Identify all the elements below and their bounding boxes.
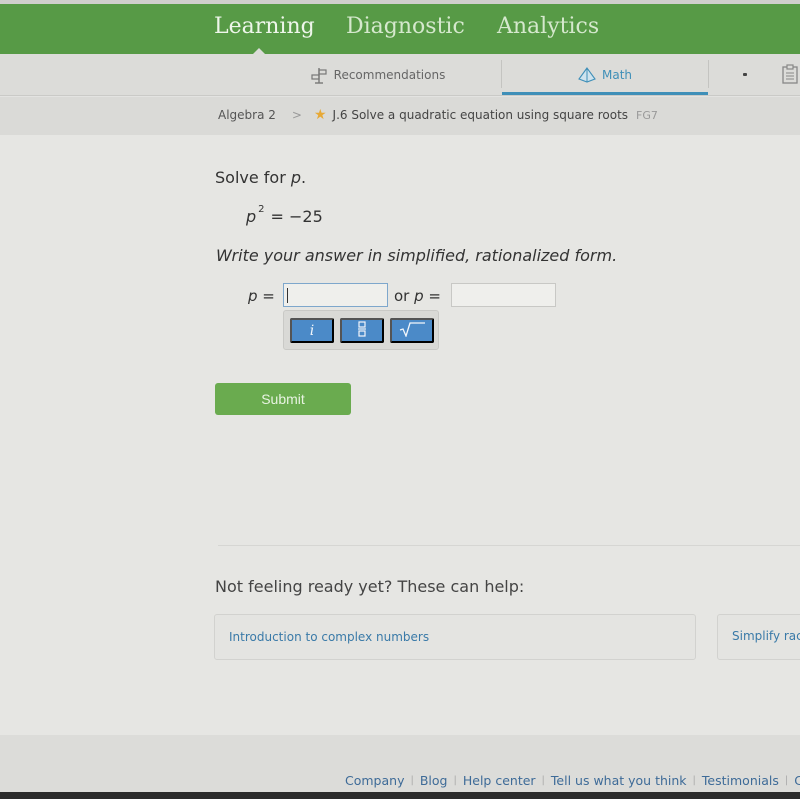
square-root-button[interactable] — [390, 318, 434, 343]
footer-separator: | — [541, 775, 545, 786]
help-card-label: Simplify rac — [732, 629, 800, 643]
footer-separator: | — [692, 775, 696, 786]
footer: Company | Blog | Help center | Tell us what… — [0, 735, 800, 792]
prompt-text: Solve for — [215, 168, 291, 187]
answer1-variable: p — [248, 287, 258, 305]
equation-rhs: = −25 — [270, 207, 323, 226]
tab-math-label: Math — [601, 68, 633, 82]
answer2-label: or p = — [394, 287, 441, 305]
answer1-equals: = — [257, 287, 275, 305]
footer-link-company[interactable]: Company — [345, 773, 404, 788]
prompt-period: . — [301, 168, 307, 187]
breadcrumb-separator: > — [291, 108, 302, 122]
help-card-simplify-radicals[interactable]: Simplify rac — [717, 614, 800, 660]
square-root-icon — [398, 321, 426, 340]
fraction-icon — [357, 321, 367, 340]
nav-analytics[interactable]: Analytics — [497, 14, 599, 39]
screen-bezel — [0, 792, 800, 799]
breadcrumb: Algebra 2 > ★ J.6 Solve a quadratic equa… — [218, 108, 658, 122]
nav-diagnostic[interactable]: Diagnostic — [346, 14, 465, 39]
imaginary-unit-label: i — [309, 322, 315, 339]
breadcrumb-parent[interactable]: Algebra 2 — [218, 108, 276, 122]
signpost-icon — [310, 66, 328, 84]
help-card-label: Introduction to complex numbers — [229, 630, 430, 644]
tab-math[interactable]: Math — [502, 54, 708, 96]
footer-separator: | — [453, 775, 457, 786]
math-keypad: i — [283, 310, 439, 350]
help-card-complex-numbers[interactable]: Introduction to complex numbers — [214, 614, 696, 660]
question-prompt: Solve for p. — [215, 168, 306, 187]
section-divider — [218, 545, 800, 546]
equation-exponent: 2 — [258, 203, 265, 215]
answer2-variable: p — [414, 287, 424, 305]
subject-tabs: Recommendations Math — [0, 54, 800, 96]
footer-link-help-center[interactable]: Help center — [463, 773, 536, 788]
answer2-input[interactable] — [451, 283, 556, 307]
clipboard-icon[interactable] — [781, 64, 799, 88]
answer1-input[interactable] — [283, 283, 388, 307]
equation-variable: p — [246, 207, 257, 226]
footer-separator: | — [784, 775, 789, 786]
breadcrumb-skill: J.6 Solve a quadratic equation using squ… — [332, 108, 629, 122]
text-cursor — [287, 288, 288, 303]
footer-link-feedback[interactable]: Tell us what you think — [551, 773, 687, 788]
footer-link-testimonials[interactable]: Testimonials — [702, 773, 779, 788]
equation: p 2 = −25 — [246, 203, 323, 226]
footer-links: Company | Blog | Help center | Tell us what… — [345, 773, 800, 788]
tab-recommendations[interactable]: Recommendations — [255, 54, 500, 96]
top-navigation: Learning Diagnostic Analytics — [0, 4, 800, 54]
tab-recommendations-label: Recommendations — [333, 68, 446, 82]
nav-learning[interactable]: Learning — [214, 14, 315, 39]
fraction-button[interactable] — [340, 318, 384, 343]
answer2-equals: = — [423, 287, 441, 305]
tab-divider — [708, 60, 709, 88]
footer-link-blog[interactable]: Blog — [420, 773, 448, 788]
more-indicator — [743, 73, 747, 76]
pyramid-icon — [578, 67, 596, 83]
help-title: Not feeling ready yet? These can help: — [215, 577, 525, 596]
answer1-label: p = — [248, 287, 275, 305]
instruction-text: Write your answer in simplified, rationa… — [216, 246, 618, 265]
breadcrumb-bar: Algebra 2 > ★ J.6 Solve a quadratic equa… — [0, 97, 800, 135]
star-icon: ★ — [313, 107, 327, 123]
answer2-or: or — [394, 287, 415, 305]
skill-code: FG7 — [636, 108, 658, 122]
prompt-variable: p — [290, 168, 302, 187]
imaginary-unit-button[interactable]: i — [290, 318, 334, 343]
footer-link-contact[interactable]: Cor — [794, 773, 800, 788]
submit-button[interactable]: Submit — [215, 383, 351, 415]
footer-separator: | — [410, 775, 414, 786]
